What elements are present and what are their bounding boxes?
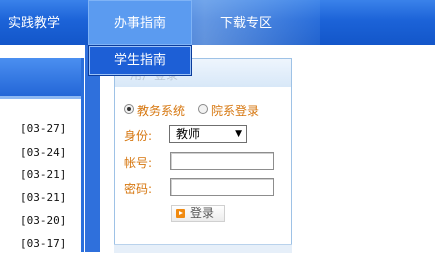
nav-item-practice[interactable]: 实践教学 [8, 14, 60, 34]
news-date: [03-24] [20, 146, 67, 159]
dropdown-arrow-icon: ▼ [235, 129, 242, 139]
dropdown-item-student-guide[interactable]: 学生指南 [89, 46, 191, 75]
top-nav-bar [0, 0, 435, 45]
news-header-underline [0, 96, 81, 99]
arrow-right-icon [176, 209, 185, 218]
role-select-value: 教师 [176, 127, 201, 141]
radio-academic-system[interactable] [124, 104, 134, 114]
news-date: [03-21] [20, 168, 67, 181]
column-divider [85, 45, 100, 252]
role-label: 身份: [124, 129, 153, 143]
password-label: 密码: [124, 182, 153, 196]
nav-item-guide[interactable]: 办事指南 [114, 14, 166, 34]
radio-academic-system-label[interactable]: 教务系统 [137, 102, 185, 119]
login-button[interactable]: 登录 [171, 205, 225, 222]
password-input[interactable] [170, 178, 274, 196]
role-select[interactable]: 教师 ▼ [169, 125, 247, 143]
account-input[interactable] [170, 152, 274, 170]
radio-department-login-label[interactable]: 院系登录 [211, 102, 259, 119]
news-list-header [0, 58, 81, 96]
news-date: [03-20] [20, 214, 67, 227]
radio-department-login[interactable] [198, 104, 208, 114]
news-date: [03-21] [20, 191, 67, 204]
nav-item-downloads[interactable]: 下载专区 [220, 14, 272, 34]
news-date: [03-27] [20, 122, 67, 135]
news-date: [03-17] [20, 237, 67, 250]
guide-dropdown-menu: 学生指南 [88, 45, 192, 76]
login-button-label: 登录 [190, 206, 215, 220]
account-label: 帐号: [124, 156, 153, 170]
